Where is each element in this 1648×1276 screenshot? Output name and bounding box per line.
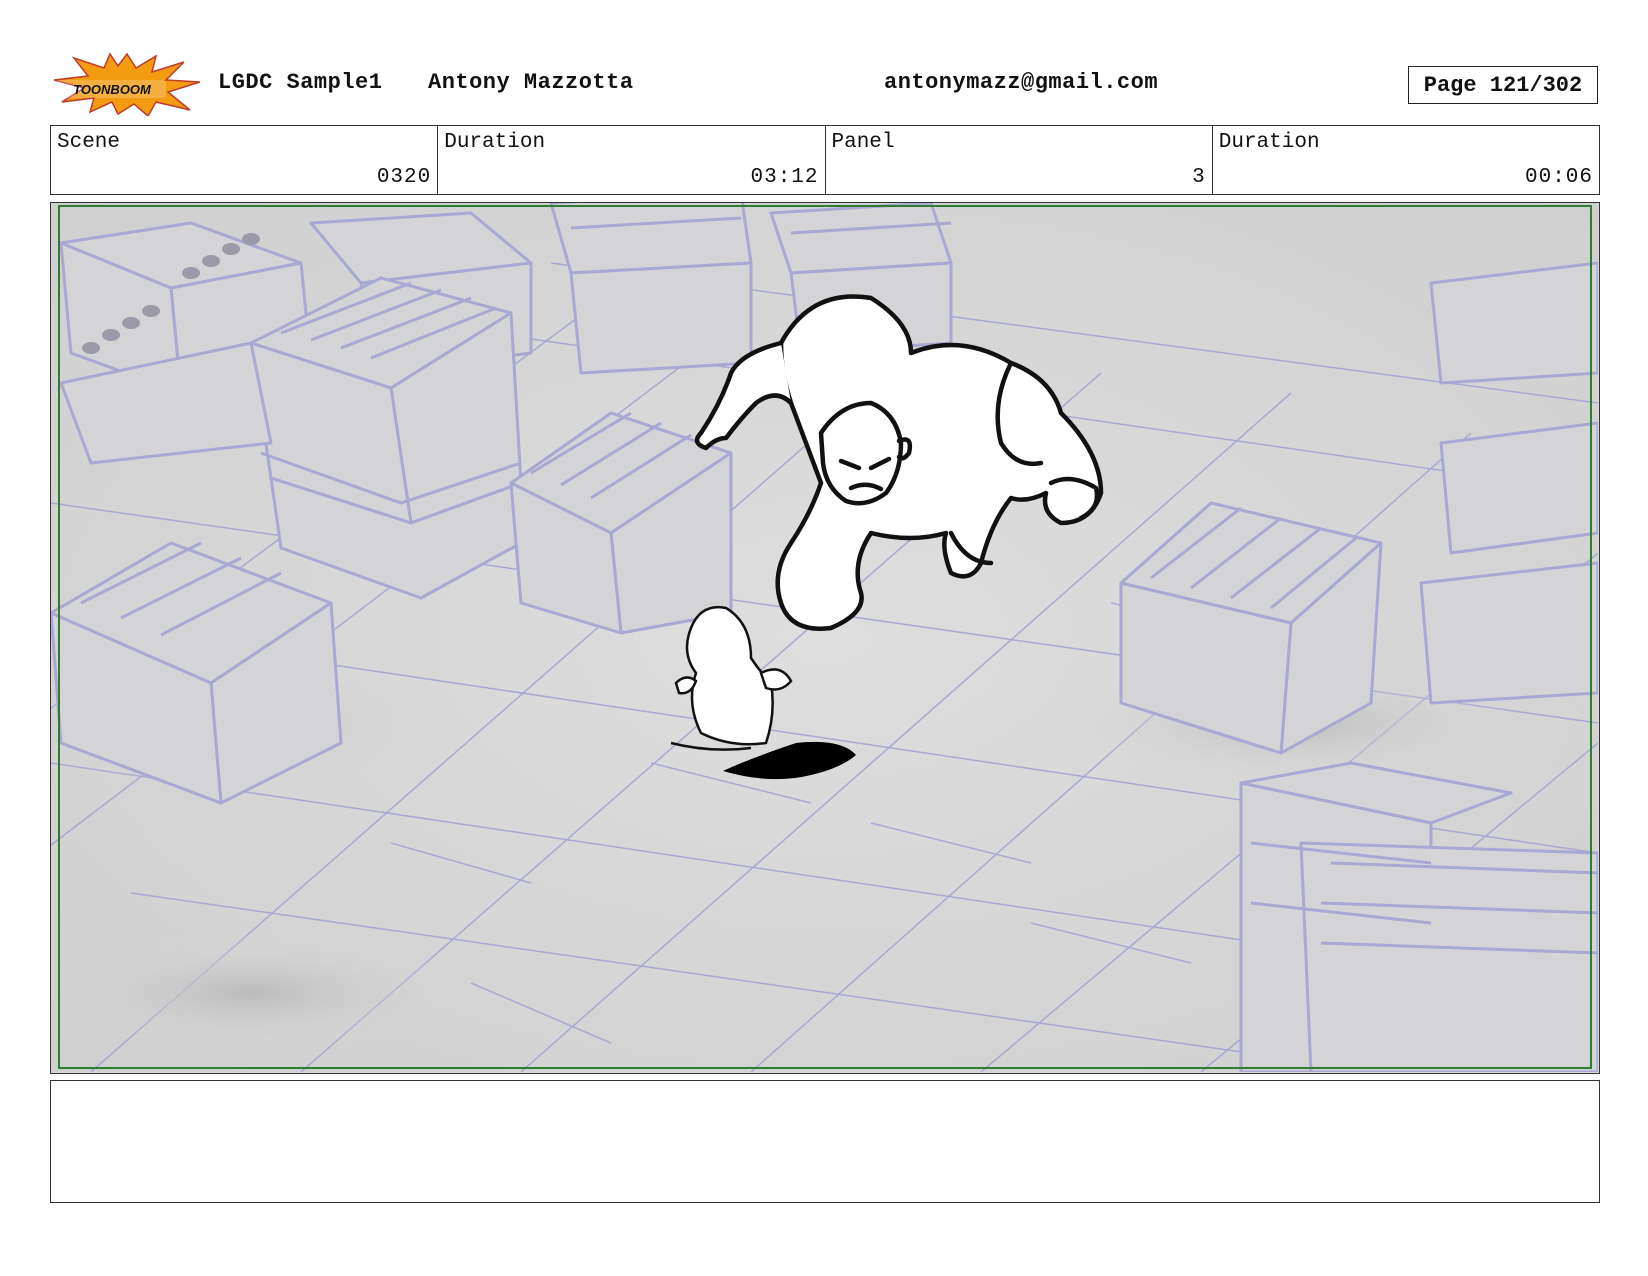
project-name: LGDC Sample1	[218, 70, 383, 95]
page-indicator: Page 121/302	[1408, 66, 1598, 104]
scene-cell: Scene 0320	[51, 126, 439, 194]
panel-cell: Panel 3	[826, 126, 1213, 194]
toonboom-logo: TOONBOOM	[52, 52, 202, 118]
scene-duration-cell: Duration 03:12	[438, 126, 826, 194]
logo-wordmark: TOONBOOM	[73, 82, 152, 97]
panel-duration-value: 00:06	[1524, 166, 1593, 189]
panel-label: Panel	[831, 131, 895, 154]
panel-value: 3	[1192, 166, 1206, 189]
artist-email: antonymazz@gmail.com	[884, 70, 1159, 95]
panel-info-row: Scene 0320 Duration 03:12 Panel 3 Durati…	[50, 125, 1600, 195]
storyboard-panel-image	[50, 202, 1600, 1074]
scene-duration-label: Duration	[444, 131, 546, 154]
scene-value: 0320	[376, 166, 432, 189]
panel-duration-cell: Duration 00:06	[1213, 126, 1599, 194]
panel-notes	[50, 1080, 1600, 1203]
panel-duration-label: Duration	[1218, 131, 1320, 154]
artist-name: Antony Mazzotta	[428, 70, 634, 95]
scene-label: Scene	[57, 131, 121, 154]
scene-duration-value: 03:12	[750, 166, 819, 189]
